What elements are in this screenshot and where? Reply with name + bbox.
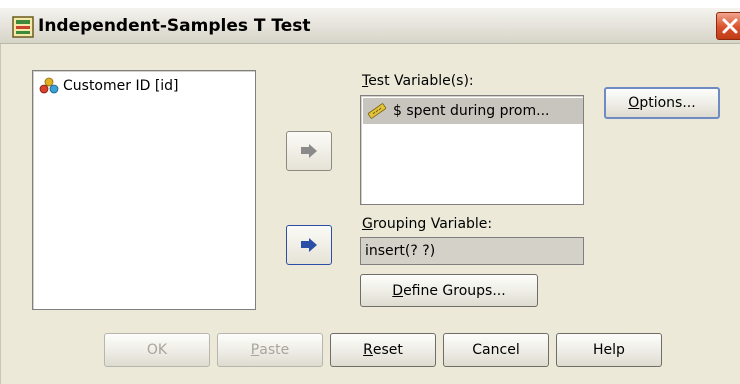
move-to-test-variables-button[interactable] xyxy=(286,131,332,171)
arrow-right-icon xyxy=(301,144,317,158)
arrow-right-icon xyxy=(301,238,317,252)
close-button[interactable] xyxy=(716,12,740,40)
window-title: Independent-Samples T Test xyxy=(38,16,311,36)
cancel-button[interactable]: Cancel xyxy=(443,333,549,367)
ok-button[interactable]: OK xyxy=(104,333,210,367)
scale-variable-icon xyxy=(367,103,387,119)
move-to-grouping-variable-button[interactable] xyxy=(286,225,332,265)
paste-button[interactable]: Paste xyxy=(217,333,323,367)
reset-button[interactable]: Reset xyxy=(330,333,436,367)
grouping-variable-value: insert(? ?) xyxy=(365,243,436,259)
list-item-label: Customer ID [id] xyxy=(63,78,179,94)
list-item[interactable]: Customer ID [id] xyxy=(39,75,179,97)
grouping-variable-label: Grouping Variable: xyxy=(362,216,493,232)
spss-dialog-icon xyxy=(12,16,34,38)
list-item[interactable]: $ spent during prom... xyxy=(363,98,583,124)
help-button[interactable]: Help xyxy=(556,333,662,367)
test-variables-label: Test Variable(s): xyxy=(362,73,474,89)
options-button[interactable]: Options... xyxy=(604,87,720,119)
define-groups-button[interactable]: Define Groups... xyxy=(360,274,538,307)
close-icon xyxy=(722,18,738,34)
source-variable-list[interactable]: Customer ID [id] xyxy=(32,70,256,310)
nominal-variable-icon xyxy=(39,77,59,94)
list-item-label: $ spent during prom... xyxy=(393,103,550,119)
test-variables-list[interactable]: $ spent during prom... xyxy=(360,95,584,205)
grouping-variable-field[interactable]: insert(? ?) xyxy=(360,237,584,265)
